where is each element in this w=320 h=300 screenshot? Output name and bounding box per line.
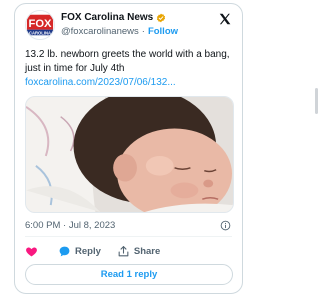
author-name-row: FOX Carolina News	[61, 12, 166, 23]
like-button[interactable]	[25, 245, 42, 258]
read-replies-button[interactable]: Read 1 reply	[25, 264, 233, 285]
tweet-photo[interactable]	[25, 96, 234, 213]
newborn-photo	[26, 97, 233, 212]
action-bar: Reply Share	[25, 244, 176, 258]
avatar-sub-text: CAROLINA	[29, 30, 51, 35]
share-button[interactable]: Share	[117, 245, 160, 258]
avatar-logo-text: FOX	[29, 18, 53, 30]
heart-icon	[25, 245, 38, 258]
author-handle-row: @foxcarolinanews · Follow	[61, 26, 178, 37]
avatar[interactable]: FOX CAROLINA	[25, 10, 55, 40]
tweet-link[interactable]: foxcarolina.com/2023/07/06/132...	[25, 76, 176, 90]
x-logo-icon[interactable]	[218, 12, 232, 26]
author-handle[interactable]: @foxcarolinanews	[61, 26, 139, 37]
author-name[interactable]: FOX Carolina News	[61, 12, 153, 23]
reply-bubble-icon	[58, 245, 71, 258]
verified-badge-icon	[156, 13, 166, 23]
reply-button[interactable]: Reply	[58, 245, 101, 258]
separator-dot: ·	[141, 26, 145, 37]
divider	[25, 236, 232, 237]
share-label: Share	[133, 245, 161, 257]
scrollbar[interactable]	[315, 88, 318, 114]
tweet-timestamp[interactable]: 6:00 PM · Jul 8, 2023	[25, 220, 115, 231]
follow-button[interactable]: Follow	[148, 26, 178, 37]
share-icon	[117, 245, 130, 258]
tweet-text: 13.2 lb. newborn greets the world with a…	[25, 49, 230, 74]
tweet-card: FOX CAROLINA FOX Carolina News @foxcarol…	[14, 3, 243, 294]
fox-carolina-logo: FOX CAROLINA	[26, 11, 54, 39]
reply-label: Reply	[75, 245, 101, 257]
info-icon[interactable]	[220, 220, 231, 231]
